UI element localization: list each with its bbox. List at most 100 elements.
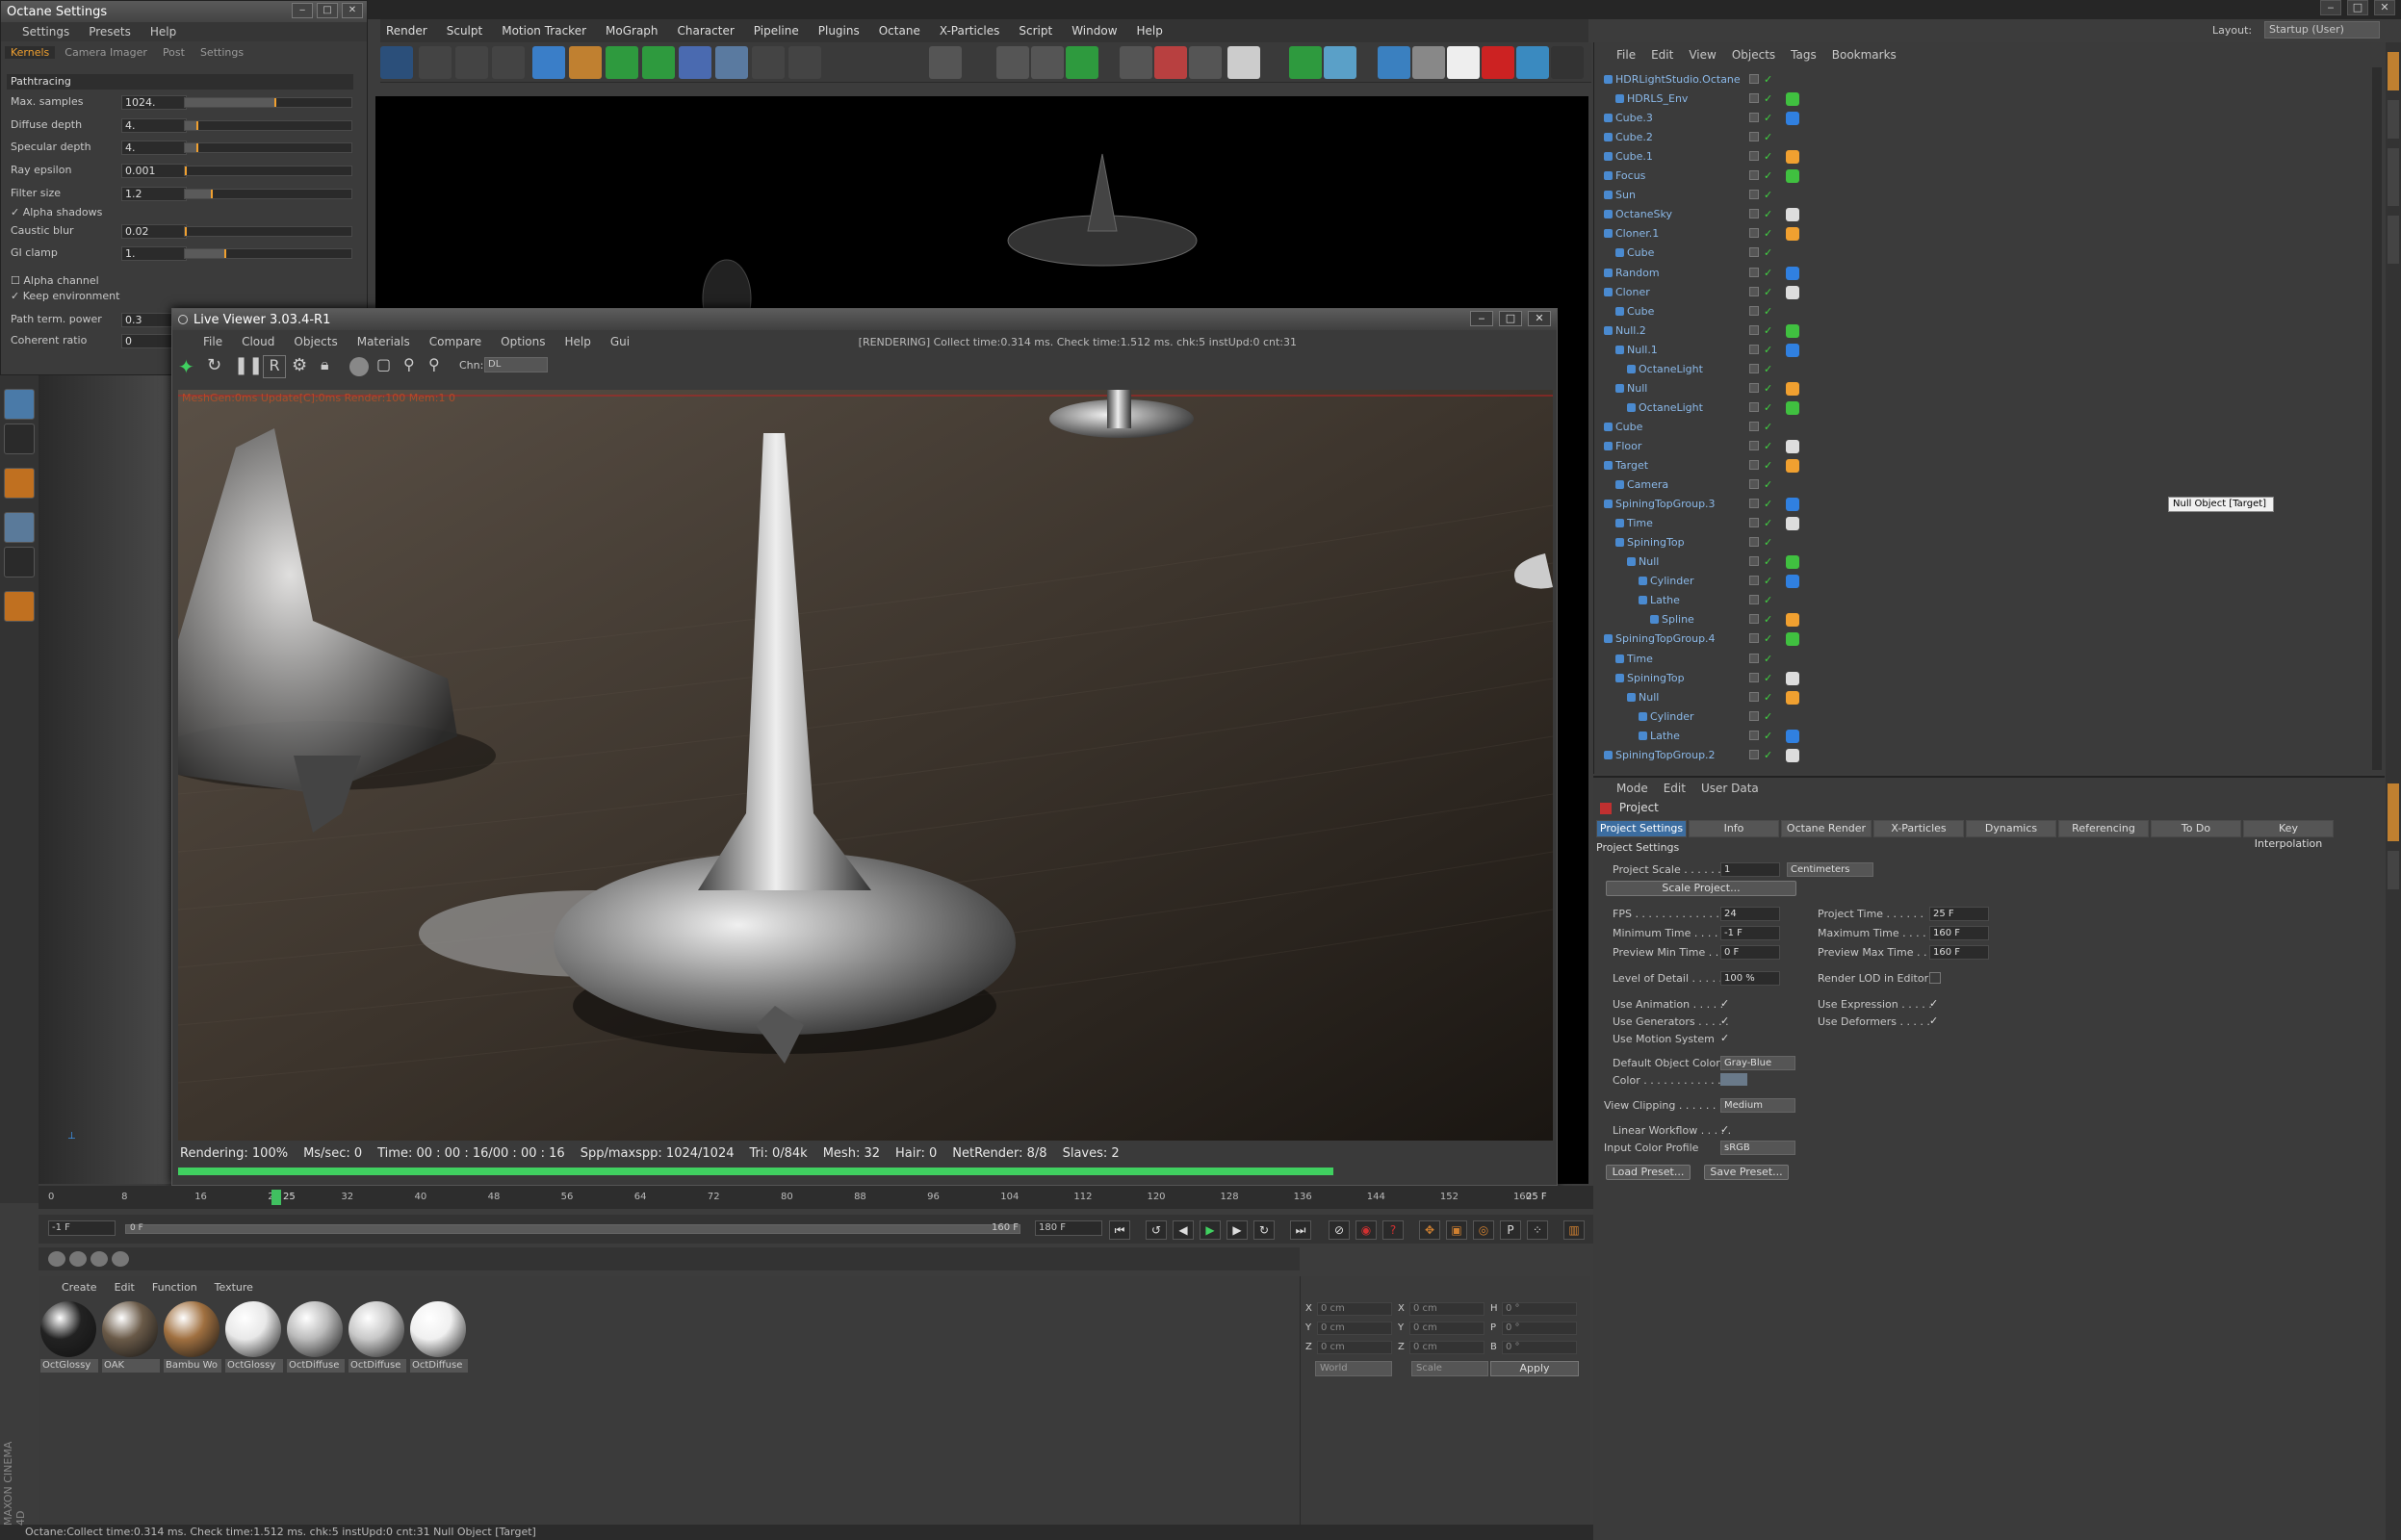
psr-icon[interactable] — [1120, 46, 1152, 79]
pick-focus-icon[interactable]: ⚲ — [403, 355, 426, 378]
enable-check-icon[interactable]: ✓ — [1764, 594, 1772, 606]
grid-icon[interactable] — [4, 512, 35, 543]
filter-size-slider[interactable] — [184, 189, 352, 199]
nurbs-icon[interactable] — [606, 46, 638, 79]
object-tag-icon[interactable] — [1786, 169, 1799, 184]
object-row[interactable]: Focus ✓ — [1598, 167, 2376, 185]
mat-menu-create[interactable]: Create — [62, 1281, 97, 1294]
filter-size-field[interactable]: 1.2 — [121, 187, 187, 201]
attr-tab[interactable]: Referencing — [2058, 820, 2149, 837]
tab-post[interactable]: Post — [157, 46, 191, 59]
clay-icon[interactable]: ▢ — [376, 355, 400, 378]
gear-icon[interactable]: ⚙ — [292, 355, 315, 378]
object-row[interactable]: Time ✓ — [1598, 515, 2376, 532]
close-icon[interactable]: ✕ — [342, 3, 363, 18]
render-lod-checkbox[interactable] — [1929, 972, 1941, 984]
save-preset-button[interactable]: Save Preset... — [1704, 1165, 1789, 1180]
mat-menu-texture[interactable]: Texture — [215, 1281, 253, 1294]
object-tag-icon[interactable] — [1786, 575, 1799, 589]
channel-dropdown[interactable]: DL — [484, 357, 548, 372]
object-tag-icon[interactable] — [1786, 381, 1799, 396]
visibility-flag-icon[interactable] — [1749, 499, 1759, 509]
tab-camera-imager[interactable]: Camera Imager — [59, 46, 153, 59]
enable-check-icon[interactable]: ✓ — [1764, 653, 1772, 665]
content-browser-side-tab[interactable] — [2388, 148, 2399, 206]
pla-key-icon[interactable]: ⁘ — [1527, 1220, 1548, 1240]
attr-tab[interactable]: To Do — [2151, 820, 2241, 837]
object-tag-icon[interactable] — [1786, 748, 1799, 762]
max-samples-field[interactable]: 1024. — [121, 95, 187, 110]
enable-check-icon[interactable]: ✓ — [1764, 401, 1772, 414]
menu-render[interactable]: Render — [386, 24, 427, 38]
object-row[interactable]: Null ✓ — [1598, 689, 2376, 706]
layers-side-tab[interactable] — [2388, 851, 2399, 889]
material-icon[interactable] — [112, 1251, 129, 1267]
visibility-flag-icon[interactable] — [1749, 132, 1759, 142]
enable-check-icon[interactable]: ✓ — [1764, 517, 1772, 529]
lv-menu-cloud[interactable]: Cloud — [242, 335, 274, 348]
attributes-side-tab[interactable] — [2388, 783, 2399, 841]
array-icon[interactable] — [642, 46, 675, 79]
snap-icon[interactable] — [929, 46, 962, 79]
clapper-icon[interactable] — [1227, 46, 1260, 79]
object-tag-icon[interactable] — [1786, 227, 1799, 242]
brush-icon[interactable] — [4, 547, 35, 578]
scale-dropdown[interactable]: Scale — [1411, 1361, 1488, 1376]
caustic-blur-field[interactable]: 0.02 — [121, 224, 187, 239]
object-tag-icon[interactable] — [1786, 112, 1799, 126]
om-menu-file[interactable]: File — [1616, 48, 1636, 62]
visibility-flag-icon[interactable] — [1749, 440, 1759, 450]
start-frame-field[interactable]: -1 F — [48, 1220, 116, 1236]
object-row[interactable]: Lathe ✓ — [1598, 728, 2376, 745]
lv-menu-options[interactable]: Options — [501, 335, 545, 348]
linear-workflow-checkbox[interactable]: ✓ — [1720, 1124, 1732, 1136]
render-view-icon[interactable] — [419, 46, 452, 79]
use-deformers-checkbox[interactable]: ✓ — [1929, 1015, 1941, 1027]
lod-field[interactable]: 100 % — [1720, 971, 1780, 986]
object-row[interactable]: Null ✓ — [1598, 553, 2376, 571]
enable-check-icon[interactable]: ✓ — [1764, 478, 1772, 491]
lv-menu-file[interactable]: File — [203, 335, 222, 348]
goto-start-icon[interactable]: ⏮ — [1109, 1220, 1130, 1240]
enable-check-icon[interactable]: ✓ — [1764, 536, 1772, 549]
object-row[interactable]: SpiningTopGroup.4 ✓ — [1598, 630, 2376, 648]
use-expression-checkbox[interactable]: ✓ — [1929, 998, 1941, 1010]
visibility-flag-icon[interactable] — [1749, 401, 1759, 412]
object-tag-icon[interactable] — [1786, 459, 1799, 473]
enable-check-icon[interactable]: ✓ — [1764, 73, 1772, 86]
material-icon[interactable] — [69, 1251, 87, 1267]
visibility-flag-icon[interactable] — [1749, 556, 1759, 567]
use-generators-checkbox[interactable]: ✓ — [1720, 1015, 1732, 1027]
object-row[interactable]: Cube ✓ — [1598, 419, 2376, 436]
end-frame-field[interactable]: 180 F — [1035, 1220, 1102, 1236]
specular-depth-field[interactable]: 4. — [121, 141, 187, 155]
visibility-flag-icon[interactable] — [1749, 421, 1759, 431]
object-row[interactable]: Spline ✓ — [1598, 611, 2376, 629]
enable-check-icon[interactable]: ✓ — [1764, 92, 1772, 105]
visibility-flag-icon[interactable] — [1749, 93, 1759, 104]
visibility-flag-icon[interactable] — [1749, 228, 1759, 239]
enable-check-icon[interactable]: ✓ — [1764, 363, 1772, 375]
object-row[interactable]: Cube ✓ — [1598, 244, 2376, 262]
object-row[interactable]: Cube.1 ✓ — [1598, 148, 2376, 166]
om-menu-view[interactable]: View — [1689, 48, 1716, 62]
diffuse-depth-slider[interactable] — [184, 120, 352, 131]
next-key-icon[interactable]: ↻ — [1253, 1220, 1275, 1240]
timeline-window-icon[interactable]: ▥ — [1563, 1220, 1585, 1240]
caustic-blur-slider[interactable] — [184, 226, 352, 237]
min-time-field[interactable]: -1 F — [1720, 926, 1780, 940]
octane-settings-icon[interactable] — [1412, 46, 1445, 79]
prev-max-field[interactable]: 160 F — [1929, 945, 1989, 960]
object-tag-icon[interactable] — [1786, 150, 1799, 165]
enable-check-icon[interactable]: ✓ — [1764, 672, 1772, 684]
visibility-flag-icon[interactable] — [1749, 209, 1759, 219]
restart-icon[interactable]: ↻ — [207, 355, 230, 378]
visibility-flag-icon[interactable] — [1749, 382, 1759, 393]
layout-dropdown[interactable]: Startup (User) — [2264, 21, 2380, 38]
enable-check-icon[interactable]: ✓ — [1764, 575, 1772, 587]
object-row[interactable]: Random ✓ — [1598, 265, 2376, 282]
apply-button[interactable]: Apply — [1490, 1361, 1579, 1376]
object-row[interactable]: HDRLightStudio.Octane ✓ — [1598, 71, 2376, 89]
visibility-flag-icon[interactable] — [1749, 672, 1759, 682]
cube-icon[interactable] — [532, 46, 565, 79]
